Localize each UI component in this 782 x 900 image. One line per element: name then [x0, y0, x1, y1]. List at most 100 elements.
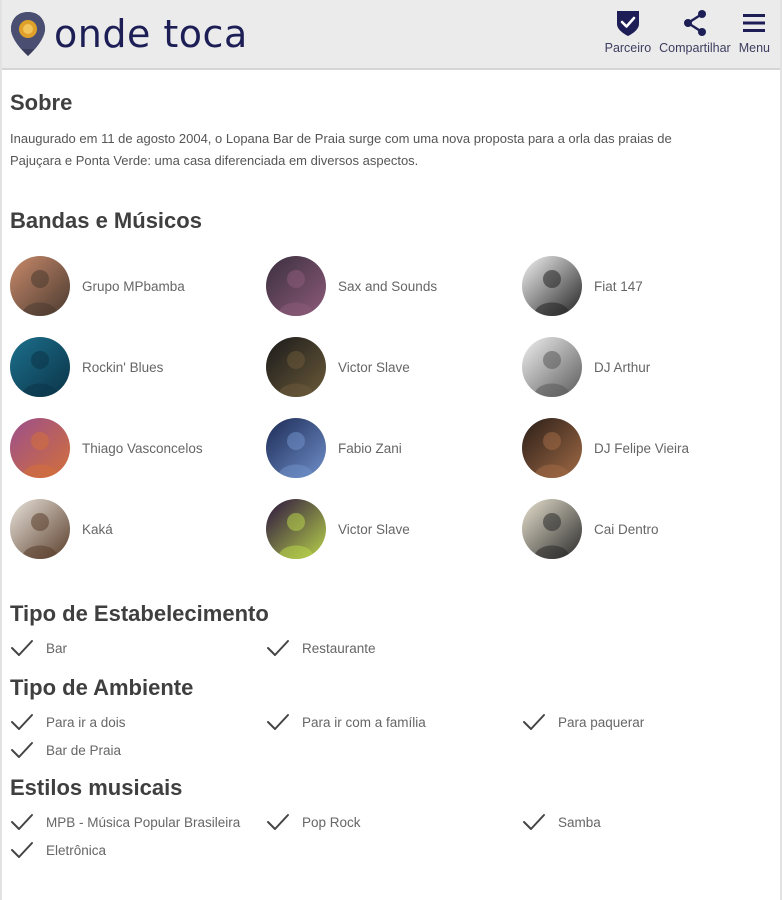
band-name[interactable]: Sax and Sounds	[338, 279, 437, 294]
band-avatar[interactable]	[522, 337, 582, 397]
about-text: Inaugurado em 11 de agosto 2004, o Lopan…	[10, 128, 770, 172]
band-avatar[interactable]	[10, 256, 70, 316]
band-photo-icon	[522, 256, 582, 316]
band-photo-icon	[10, 418, 70, 478]
location-pin-icon	[11, 12, 45, 56]
share-label: Compartilhar	[659, 41, 731, 55]
about-text-line: Pajuçara e Ponta Verde: uma casa diferen…	[10, 153, 419, 168]
band-photo-icon	[10, 256, 70, 316]
checked-item-label: MPB - Música Popular Brasileira	[46, 814, 241, 830]
band-avatar[interactable]	[522, 256, 582, 316]
band-avatar[interactable]	[522, 499, 582, 559]
band-photo-icon	[266, 337, 326, 397]
ambience-type-list: Para ir a dois Para ir com a família Para …	[10, 711, 772, 761]
establishment-type-title: Tipo de Estabelecimento	[10, 601, 269, 626]
band-item[interactable]: DJ Arthur	[522, 337, 778, 397]
main-content: Sobre Inaugurado em 11 de agosto 2004, o…	[2, 90, 780, 861]
checked-item: Bar de Praia	[10, 739, 266, 761]
band-avatar[interactable]	[10, 418, 70, 478]
logo-text: onde toca	[54, 12, 248, 56]
band-avatar[interactable]	[266, 256, 326, 316]
menu-button[interactable]: Menu	[739, 8, 770, 55]
logo[interactable]: onde toca	[10, 11, 248, 57]
band-avatar[interactable]	[10, 499, 70, 559]
band-avatar[interactable]	[266, 418, 326, 478]
page: onde toca Parceiro Compartilhar Menu Sob…	[0, 0, 782, 900]
band-avatar[interactable]	[10, 337, 70, 397]
checked-item-label: Para paquerar	[558, 714, 645, 730]
band-item[interactable]: Rockin' Blues	[10, 337, 266, 397]
checkmark-icon	[523, 714, 545, 730]
menu-label: Menu	[738, 41, 770, 55]
band-name[interactable]: Victor Slave	[338, 360, 410, 375]
about-title: Sobre	[10, 90, 73, 115]
band-name[interactable]: DJ Arthur	[594, 360, 650, 375]
band-item[interactable]: Thiago Vasconcelos	[10, 418, 266, 478]
band-photo-icon	[522, 418, 582, 478]
band-name[interactable]: Grupo MPbamba	[82, 279, 185, 294]
band-item[interactable]: Victor Slave	[266, 337, 522, 397]
band-photo-icon	[10, 499, 70, 559]
establishment-type-list: Bar Restaurante	[10, 637, 772, 659]
band-item[interactable]: DJ Felipe Vieira	[522, 418, 778, 478]
checked-item: Eletrônica	[10, 839, 266, 861]
band-name[interactable]: Thiago Vasconcelos	[82, 441, 203, 456]
music-styles-title: Estilos musicais	[10, 775, 183, 800]
checkmark-icon	[11, 814, 33, 830]
checkmark-icon	[267, 640, 289, 656]
bands-grid: Grupo MPbamba Sax and Sounds Fiat 147 Rocki…	[10, 256, 772, 559]
music-styles-list: MPB - Música Popular Brasileira Pop Rock S…	[10, 811, 772, 861]
checked-item-label: Bar	[46, 640, 68, 656]
checked-item: Bar	[10, 637, 266, 659]
band-name[interactable]: Kaká	[82, 522, 113, 537]
header-actions: Parceiro Compartilhar Menu	[597, 8, 770, 55]
partner-label: Parceiro	[604, 41, 652, 55]
checkmark-icon	[11, 640, 33, 656]
hamburger-icon	[743, 14, 766, 32]
partner-button[interactable]: Parceiro	[604, 8, 652, 55]
band-name[interactable]: Fabio Zani	[338, 441, 402, 456]
band-avatar[interactable]	[522, 418, 582, 478]
share-icon	[683, 10, 706, 36]
band-name[interactable]: DJ Felipe Vieira	[594, 441, 689, 456]
checkmark-icon	[11, 742, 33, 758]
shield-check-icon	[616, 11, 639, 36]
band-photo-icon	[522, 337, 582, 397]
top-header: onde toca Parceiro Compartilhar Menu	[2, 0, 780, 70]
checked-item: Restaurante	[266, 637, 522, 659]
band-photo-icon	[522, 499, 582, 559]
checked-item-label: Pop Rock	[302, 814, 361, 830]
checked-item: Para paquerar	[522, 711, 778, 733]
checked-item-label: Samba	[558, 814, 601, 830]
checkmark-icon	[267, 714, 289, 730]
checked-item-label: Para ir a dois	[46, 714, 126, 730]
about-text-line: Inaugurado em 11 de agosto 2004, o Lopan…	[10, 131, 672, 146]
band-avatar[interactable]	[266, 499, 326, 559]
band-avatar[interactable]	[266, 337, 326, 397]
checkmark-icon	[11, 714, 33, 730]
band-item[interactable]: Grupo MPbamba	[10, 256, 266, 316]
band-item[interactable]: Victor Slave	[266, 499, 522, 559]
checked-item-label: Para ir com a família	[302, 714, 426, 730]
band-name[interactable]: Victor Slave	[338, 522, 410, 537]
band-photo-icon	[266, 499, 326, 559]
checked-item-label: Restaurante	[302, 640, 376, 656]
band-name[interactable]: Cai Dentro	[594, 522, 659, 537]
band-item[interactable]: Kaká	[10, 499, 266, 559]
band-name[interactable]: Rockin' Blues	[82, 360, 163, 375]
band-item[interactable]: Fabio Zani	[266, 418, 522, 478]
band-name[interactable]: Fiat 147	[594, 279, 643, 294]
checked-item-label: Eletrônica	[46, 842, 107, 858]
checkmark-icon	[523, 814, 545, 830]
band-item[interactable]: Sax and Sounds	[266, 256, 522, 316]
band-item[interactable]: Fiat 147	[522, 256, 778, 316]
ambience-type-title: Tipo de Ambiente	[10, 675, 194, 700]
share-button[interactable]: Compartilhar	[659, 8, 731, 55]
checkmark-icon	[267, 814, 289, 830]
band-item[interactable]: Cai Dentro	[522, 499, 778, 559]
checked-item-label: Bar de Praia	[46, 742, 122, 758]
band-photo-icon	[10, 337, 70, 397]
checked-item: Samba	[522, 811, 778, 833]
checked-item: MPB - Música Popular Brasileira	[10, 811, 266, 833]
checked-item: Pop Rock	[266, 811, 522, 833]
